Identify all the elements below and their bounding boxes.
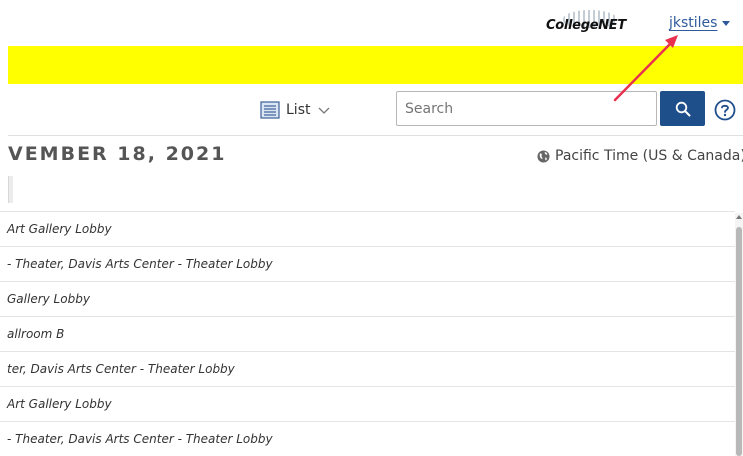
view-mode-dropdown[interactable]: List (260, 99, 330, 121)
search-button[interactable] (660, 91, 705, 126)
event-location: ter, Davis Arts Center - Theater Lobby (7, 362, 235, 376)
view-mode-label: List (286, 102, 311, 118)
event-location: - Theater, Davis Arts Center - Theater L… (7, 257, 273, 271)
toolbar: List (0, 84, 743, 136)
username-label: jkstiles (669, 15, 718, 31)
event-row[interactable]: Art Gallery Lobby (0, 211, 735, 246)
app-window: CollegeNET jkstiles List Search VEMBER 1… (0, 0, 743, 456)
yellow-banner (8, 46, 743, 84)
scroll-thumb[interactable] (736, 227, 742, 456)
event-row[interactable]: Art Gallery Lobby (0, 386, 735, 421)
event-row[interactable]: - Theater, Davis Arts Center - Theater L… (0, 246, 735, 281)
brand-name: CollegeNET (546, 18, 626, 33)
top-header: CollegeNET jkstiles (0, 0, 743, 46)
event-location: Art Gallery Lobby (7, 397, 112, 411)
user-menu-button[interactable]: jkstiles (669, 13, 731, 33)
event-row[interactable]: allroom B (0, 316, 735, 351)
event-row[interactable]: ter, Davis Arts Center - Theater Lobby (0, 351, 735, 386)
filter-box-edge (8, 176, 13, 203)
globe-icon (537, 149, 550, 163)
search-icon (675, 101, 690, 116)
event-row[interactable]: - Theater, Davis Arts Center - Theater L… (0, 421, 735, 456)
timezone-label: Pacific Time (US & Canada) (555, 148, 743, 164)
list-icon (260, 101, 280, 119)
event-location: Gallery Lobby (7, 292, 90, 306)
event-location: - Theater, Davis Arts Center - Theater L… (7, 432, 273, 446)
help-icon[interactable] (714, 99, 736, 121)
caret-down-icon (722, 20, 731, 26)
scrollbar[interactable] (735, 213, 743, 456)
event-location: Art Gallery Lobby (7, 222, 112, 236)
scroll-up-arrow-icon[interactable] (736, 215, 742, 219)
date-heading: VEMBER 18, 2021 (8, 143, 227, 165)
search-input[interactable] (396, 91, 657, 126)
event-location: allroom B (7, 327, 65, 341)
event-list: Art Gallery Lobby - Theater, Davis Arts … (0, 211, 735, 456)
event-row[interactable]: Gallery Lobby (0, 281, 735, 316)
timezone-selector[interactable]: Pacific Time (US & Canada) (537, 146, 743, 166)
chevron-down-icon (319, 107, 330, 114)
brand-logo[interactable]: CollegeNET (543, 8, 639, 36)
toolbar-divider (8, 135, 743, 136)
